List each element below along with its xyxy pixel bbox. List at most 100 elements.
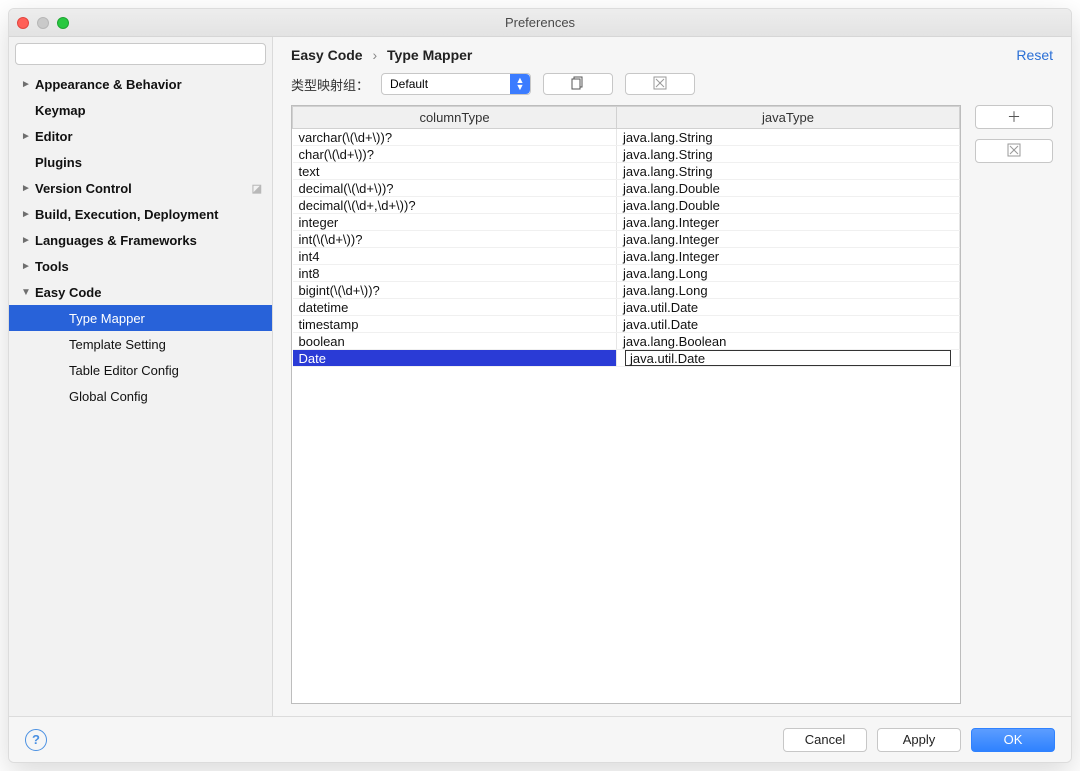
cell-javatype[interactable]: java.util.Date — [617, 316, 960, 333]
group-select-value: Default — [390, 77, 428, 91]
column-header-columntype[interactable]: columnType — [293, 107, 617, 129]
plus-icon: ＋ — [1007, 107, 1021, 127]
cell-columntype[interactable]: timestamp — [293, 316, 617, 333]
table-row[interactable]: int(\(\d+\))?java.lang.Integer — [293, 231, 960, 248]
sidebar-item-build-execution-deployment[interactable]: ► Build, Execution, Deployment — [9, 201, 272, 227]
table-row[interactable]: decimal(\(\d+\))?java.lang.Double — [293, 180, 960, 197]
sidebar-item-type-mapper[interactable]: Type Mapper — [9, 305, 272, 331]
cell-columntype[interactable]: int8 — [293, 265, 617, 282]
cell-javatype[interactable]: java.lang.Long — [617, 282, 960, 299]
table-row[interactable]: char(\(\d+\))?java.lang.String — [293, 146, 960, 163]
footer: ? Cancel Apply OK — [9, 716, 1071, 762]
expand-arrow-icon[interactable]: ► — [21, 209, 31, 220]
table-row[interactable]: booleanjava.lang.Boolean — [293, 333, 960, 350]
cell-javatype[interactable]: java.lang.Integer — [617, 214, 960, 231]
x-box-icon — [1007, 143, 1021, 160]
sidebar-item-table-editor-config[interactable]: Table Editor Config — [9, 357, 272, 383]
sidebar-item-label: Build, Execution, Deployment — [35, 207, 218, 222]
table-row[interactable]: textjava.lang.String — [293, 163, 960, 180]
expand-arrow-icon[interactable]: ► — [21, 131, 31, 142]
help-button[interactable]: ? — [25, 729, 47, 751]
expand-arrow-icon[interactable]: ► — [21, 183, 31, 194]
cell-columntype[interactable]: text — [293, 163, 617, 180]
expand-arrow-icon[interactable]: ► — [21, 235, 31, 246]
reset-link[interactable]: Reset — [1016, 47, 1053, 63]
sidebar-item-languages-frameworks[interactable]: ► Languages & Frameworks — [9, 227, 272, 253]
cell-columntype[interactable]: char(\(\d+\))? — [293, 146, 617, 163]
cell-javatype[interactable]: java.lang.Integer — [617, 248, 960, 265]
preferences-window: Preferences Q▾ ►Appearance & BehaviorKey… — [8, 8, 1072, 763]
delete-group-button[interactable] — [625, 73, 695, 95]
chevron-updown-icon: ▲▼ — [510, 74, 530, 94]
cell-columntype[interactable]: decimal(\(\d+,\d+\))? — [293, 197, 617, 214]
sidebar-item-keymap[interactable]: Keymap — [9, 97, 272, 123]
sidebar-item-editor[interactable]: ► Editor — [9, 123, 272, 149]
titlebar: Preferences — [9, 9, 1071, 37]
search-input[interactable] — [15, 43, 266, 65]
cell-columntype[interactable]: boolean — [293, 333, 617, 350]
cell-columntype[interactable]: int4 — [293, 248, 617, 265]
sidebar-item-label: Appearance & Behavior — [35, 77, 182, 92]
cell-columntype[interactable]: varchar(\(\d+\))? — [293, 129, 617, 146]
sidebar-item-label: Plugins — [35, 155, 82, 170]
cell-javatype[interactable]: java.lang.String — [617, 129, 960, 146]
add-row-button[interactable]: ＋ — [975, 105, 1053, 129]
sidebar-item-global-config[interactable]: Global Config — [9, 383, 272, 409]
cell-columntype[interactable]: bigint(\(\d+\))? — [293, 282, 617, 299]
project-icon: ◪ — [252, 182, 262, 195]
type-mapper-table[interactable]: columnType javaType varchar(\(\d+\))?jav… — [291, 105, 961, 704]
cell-javatype[interactable]: java.util.Date — [617, 299, 960, 316]
sidebar-item-plugins[interactable]: Plugins — [9, 149, 272, 175]
table-row[interactable]: timestampjava.util.Date — [293, 316, 960, 333]
sidebar-tree: ► Appearance & Behavior Keymap ► Editor Plugi… — [9, 71, 272, 716]
table-row[interactable]: decimal(\(\d+,\d+\))?java.lang.Double — [293, 197, 960, 214]
cell-javatype[interactable]: java.lang.Double — [617, 197, 960, 214]
cell-columntype[interactable]: int(\(\d+\))? — [293, 231, 617, 248]
expand-arrow-icon[interactable]: ▼ — [21, 287, 31, 298]
group-label: 类型映射组： — [291, 75, 369, 94]
expand-arrow-icon[interactable]: ► — [21, 79, 31, 90]
cell-columntype[interactable]: decimal(\(\d+\))? — [293, 180, 617, 197]
group-select[interactable]: Default ▲▼ — [381, 73, 531, 95]
sidebar-item-label: Tools — [35, 259, 69, 274]
cell-columntype[interactable]: datetime — [293, 299, 617, 316]
sidebar-item-template-setting[interactable]: Template Setting — [9, 331, 272, 357]
table-row[interactable]: datetimejava.util.Date — [293, 299, 960, 316]
sidebar-item-appearance-behavior[interactable]: ► Appearance & Behavior — [9, 71, 272, 97]
table-row[interactable]: bigint(\(\d+\))?java.lang.Long — [293, 282, 960, 299]
sidebar-item-tools[interactable]: ► Tools — [9, 253, 272, 279]
cell-javatype[interactable]: java.lang.Double — [617, 180, 960, 197]
cell-columntype[interactable]: Date — [293, 350, 617, 367]
content-area: Easy Code › Type Mapper Reset 类型映射组： Def… — [273, 37, 1071, 716]
apply-button[interactable]: Apply — [877, 728, 961, 752]
ok-button[interactable]: OK — [971, 728, 1055, 752]
cell-javatype[interactable]: java.lang.String — [617, 146, 960, 163]
table-row[interactable]: Date java.util.Date — [293, 350, 960, 367]
expand-arrow-icon[interactable]: ► — [21, 261, 31, 272]
cell-javatype[interactable]: java.lang.String — [617, 163, 960, 180]
column-header-javatype[interactable]: javaType — [617, 107, 960, 129]
table-row[interactable]: varchar(\(\d+\))?java.lang.String — [293, 129, 960, 146]
cell-columntype[interactable]: integer — [293, 214, 617, 231]
cancel-button[interactable]: Cancel — [783, 728, 867, 752]
sidebar-item-version-control[interactable]: ►Version Control◪ — [9, 175, 272, 201]
cell-javatype[interactable]: java.lang.Integer — [617, 231, 960, 248]
table-row[interactable]: int4java.lang.Integer — [293, 248, 960, 265]
sidebar-item-label: Languages & Frameworks — [35, 233, 197, 248]
chevron-right-icon: › — [372, 47, 377, 63]
sidebar: Q▾ ►Appearance & BehaviorKeymap►EditorPl… — [9, 37, 273, 716]
cell-javatype[interactable]: java.util.Date — [617, 350, 960, 367]
copy-group-button[interactable] — [543, 73, 613, 95]
cell-javatype[interactable]: java.lang.Long — [617, 265, 960, 282]
breadcrumb-root[interactable]: Easy Code — [291, 47, 363, 63]
table-row[interactable]: int8java.lang.Long — [293, 265, 960, 282]
remove-row-button[interactable] — [975, 139, 1053, 163]
sidebar-item-label: Editor — [35, 129, 73, 144]
help-icon: ? — [32, 732, 40, 747]
sidebar-item-easy-code[interactable]: ▼Easy Code — [9, 279, 272, 305]
sidebar-item-label: Global Config — [69, 389, 148, 404]
cell-editor[interactable]: java.util.Date — [625, 350, 951, 366]
breadcrumb: Easy Code › Type Mapper — [291, 47, 472, 63]
table-row[interactable]: integerjava.lang.Integer — [293, 214, 960, 231]
cell-javatype[interactable]: java.lang.Boolean — [617, 333, 960, 350]
